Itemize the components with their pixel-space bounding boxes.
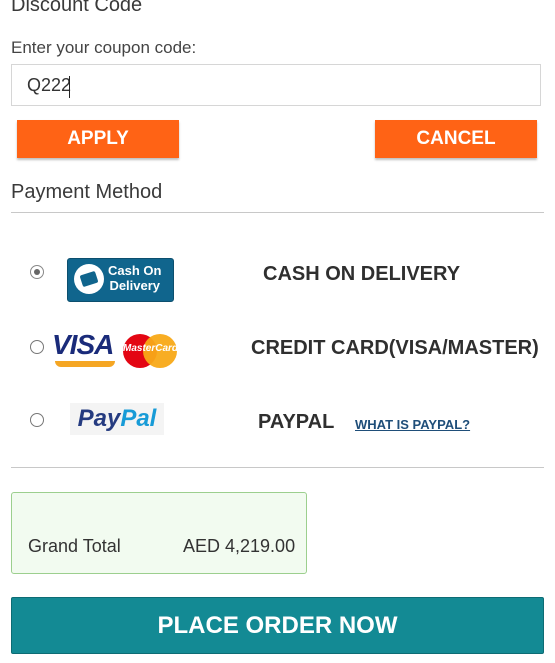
visa-mastercard-logo: VISA MasterCard — [52, 329, 180, 369]
what-is-paypal-link[interactable]: WHAT IS PAYPAL? — [355, 417, 470, 432]
payment-option-label-cod: CASH ON DELIVERY — [263, 263, 461, 285]
cod-logo-text: Cash On Delivery — [108, 263, 162, 293]
coupon-code-input[interactable] — [11, 64, 541, 106]
divider — [11, 467, 544, 468]
payment-option-label-paypal: PAYPAL — [258, 411, 335, 433]
apply-coupon-button[interactable]: APPLY — [17, 120, 179, 158]
radio-cash-on-delivery[interactable] — [30, 265, 44, 279]
grand-total-value: AED 4,219.00 — [183, 536, 296, 556]
visa-logo-text: VISA — [52, 329, 114, 360]
payment-method-heading: Payment Method — [11, 181, 163, 203]
cash-on-delivery-logo: Cash On Delivery — [67, 258, 174, 302]
divider — [11, 212, 544, 213]
grand-total-box: Grand Total AED 4,219.00 — [11, 492, 307, 574]
visa-swoosh — [55, 361, 115, 367]
cash-hand-icon — [74, 264, 104, 294]
place-order-button[interactable]: PLACE ORDER NOW — [11, 597, 544, 654]
payment-option-label-credit-card: CREDIT CARD(VISA/MASTER) — [251, 337, 539, 359]
cancel-coupon-button[interactable]: CANCEL — [375, 120, 537, 158]
radio-paypal[interactable] — [30, 413, 44, 427]
radio-credit-card[interactable] — [30, 340, 44, 354]
text-cursor — [69, 76, 70, 98]
paypal-logo-text: PayPal — [77, 405, 157, 432]
coupon-field-label: Enter your coupon code: — [11, 38, 197, 57]
mastercard-logo-text: MasterCard — [123, 343, 179, 354]
discount-code-heading: Discount Code — [11, 0, 143, 16]
grand-total-label: Grand Total — [28, 536, 121, 556]
paypal-logo: PayPal — [70, 403, 164, 435]
